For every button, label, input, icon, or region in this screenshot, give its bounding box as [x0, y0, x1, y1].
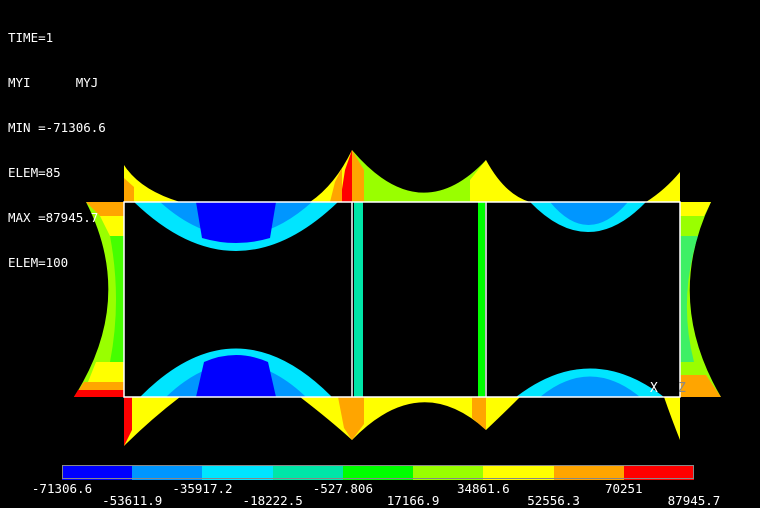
- left-span-top-moment: [124, 150, 352, 251]
- legend-value: 34861.6: [456, 481, 510, 496]
- interior-column-right: [478, 202, 485, 397]
- right-span-bottom-moment: [486, 368, 680, 440]
- legend-value: 70251: [604, 481, 643, 496]
- legend-value: -35917.2: [172, 481, 233, 496]
- triad-x-label: X: [650, 381, 658, 396]
- max-element: ELEM=100: [8, 255, 69, 270]
- right-column-moment: [680, 202, 721, 397]
- contour-legend: [62, 465, 695, 481]
- time-step: TIME=1: [8, 30, 54, 45]
- min-element: ELEM=85: [8, 165, 61, 180]
- triad-z-label: Z: [678, 381, 686, 396]
- interior-column-left: [354, 202, 363, 397]
- max-value: MAX =87945.7: [8, 210, 99, 225]
- min-value: MIN =-71306.6: [8, 120, 106, 135]
- result-info: TIME=1 MYI MYJ MIN =-71306.6 ELEM=85 MAX…: [8, 0, 106, 285]
- legend-value: -71306.6: [31, 481, 93, 496]
- legend-value: -527.806: [312, 481, 373, 496]
- right-span-top-moment: [486, 160, 680, 232]
- result-labels: MYI MYJ: [8, 75, 99, 90]
- moment-diagram: [74, 150, 721, 446]
